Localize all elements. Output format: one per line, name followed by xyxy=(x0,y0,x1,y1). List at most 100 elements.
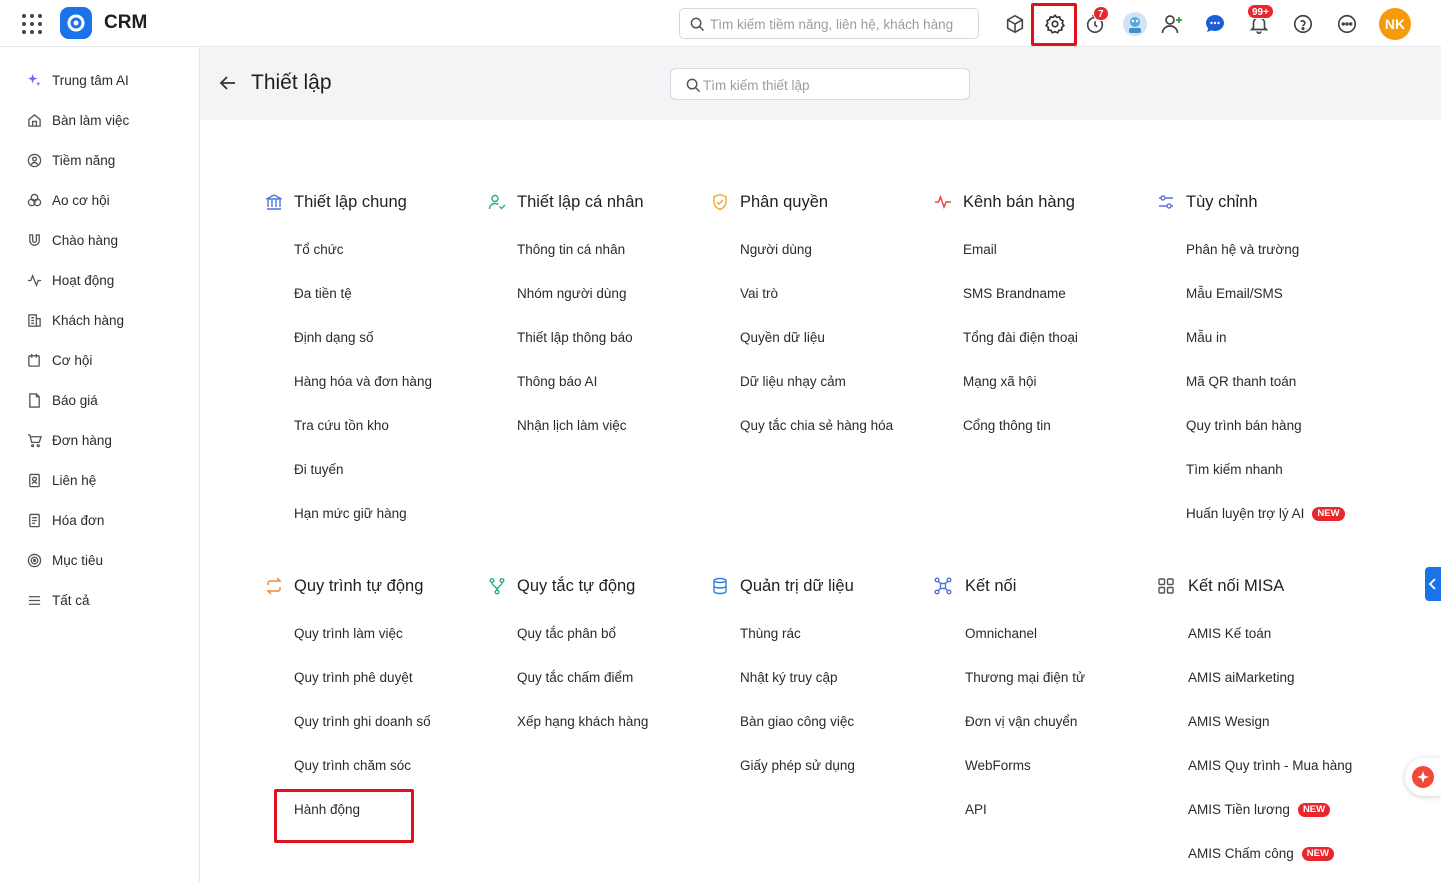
global-search-input[interactable] xyxy=(710,14,970,34)
link-amis-process-purchasing[interactable]: AMIS Quy trình - Mua hàng xyxy=(1188,758,1352,773)
sidebar-item-leads[interactable]: Tiềm năng xyxy=(26,145,115,175)
sidebar-item-customers[interactable]: Khách hàng xyxy=(26,305,124,335)
sidebar-item-activities[interactable]: Hoạt động xyxy=(26,265,114,295)
collapse-panel-button[interactable] xyxy=(1425,567,1441,601)
back-arrow-icon[interactable] xyxy=(218,73,240,95)
link-shipping-carriers[interactable]: Đơn vị vận chuyển xyxy=(965,714,1077,729)
link-ecommerce[interactable]: Thương mại điện tử xyxy=(965,670,1085,685)
link-work-process[interactable]: Quy trình làm việc xyxy=(294,626,403,641)
link-webforms[interactable]: WebForms xyxy=(965,758,1031,773)
link-email-sms-templates[interactable]: Mẫu Email/SMS xyxy=(1186,286,1283,301)
link-multi-currency[interactable]: Đa tiền tệ xyxy=(294,286,352,301)
contact-icon xyxy=(26,472,42,488)
link-inventory-lookup[interactable]: Tra cứu tồn kho xyxy=(294,418,389,433)
quote-icon xyxy=(26,392,42,408)
sidebar-item-contacts[interactable]: Liên hệ xyxy=(26,465,96,495)
section-connections: Kết nối xyxy=(933,574,1133,598)
link-sensitive-data[interactable]: Dữ liệu nhạy cảm xyxy=(740,374,846,389)
actions-highlight-box xyxy=(274,789,414,843)
link-social-networks[interactable]: Mạng xã hội xyxy=(963,374,1037,389)
sidebar-item-offers[interactable]: Chào hàng xyxy=(26,225,118,255)
link-api[interactable]: API xyxy=(965,802,987,817)
more-icon[interactable] xyxy=(1332,9,1362,39)
link-amis-aimarketing[interactable]: AMIS aiMarketing xyxy=(1188,670,1295,685)
link-quick-search[interactable]: Tìm kiếm nhanh xyxy=(1186,462,1283,477)
chat-icon[interactable] xyxy=(1200,9,1230,39)
link-user-groups[interactable]: Nhóm người dùng xyxy=(517,286,626,301)
app-launcher-icon[interactable] xyxy=(22,14,42,34)
sidebar-item-quotes[interactable]: Báo giá xyxy=(26,385,98,415)
notification-badge: 99+ xyxy=(1247,4,1274,19)
link-portal[interactable]: Cổng thông tin xyxy=(963,418,1051,433)
link-sales-process[interactable]: Quy trình bán hàng xyxy=(1186,418,1302,433)
sidebar-item-all[interactable]: Tất cả xyxy=(26,585,90,615)
sidebar-item-opportunities[interactable]: Cơ hội xyxy=(26,345,92,375)
link-roles[interactable]: Vai trò xyxy=(740,286,778,301)
branch-icon xyxy=(487,576,507,596)
link-email[interactable]: Email xyxy=(963,242,997,257)
link-task-handover[interactable]: Bàn giao công việc xyxy=(740,714,854,729)
sidebar-item-workspace[interactable]: Bàn làm việc xyxy=(26,105,129,135)
link-products-orders[interactable]: Hàng hóa và đơn hàng xyxy=(294,374,432,389)
crm-logo[interactable] xyxy=(60,7,92,39)
link-omnichannel[interactable]: Omnichanel xyxy=(965,626,1037,641)
link-number-format[interactable]: Định dạng số xyxy=(294,330,374,345)
link-routing[interactable]: Đi tuyến xyxy=(294,462,344,477)
settings-search-input[interactable] xyxy=(703,75,958,95)
link-scoring-rules[interactable]: Quy tắc chấm điểm xyxy=(517,670,633,685)
link-call-center[interactable]: Tổng đài điện thoại xyxy=(963,330,1078,345)
ai-assistant-button[interactable] xyxy=(1405,758,1441,796)
user-avatar[interactable]: NK xyxy=(1379,8,1411,40)
link-license[interactable]: Giấy phép sử dụng xyxy=(740,758,855,773)
sidebar-item-label: Ao cơ hội xyxy=(52,192,110,208)
network-icon xyxy=(933,576,953,596)
link-approval-process[interactable]: Quy trình phê duyệt xyxy=(294,670,413,685)
link-personal-info[interactable]: Thông tin cá nhân xyxy=(517,242,625,257)
settings-search[interactable] xyxy=(670,68,970,100)
section-sales-channels: Kênh bán hàng xyxy=(933,190,1133,214)
link-organization[interactable]: Tổ chức xyxy=(294,242,344,257)
link-notification-settings[interactable]: Thiết lập thông báo xyxy=(517,330,633,345)
sidebar-item-label: Đơn hàng xyxy=(52,432,112,448)
link-data-permissions[interactable]: Quyền dữ liệu xyxy=(740,330,825,345)
top-bar: CRM 7 99+ NK xyxy=(0,0,1441,47)
add-user-icon[interactable] xyxy=(1157,9,1187,39)
link-modules-fields[interactable]: Phân hệ và trường xyxy=(1186,242,1299,257)
search-icon xyxy=(686,78,701,93)
help-icon[interactable] xyxy=(1288,9,1318,39)
link-ai-notifications[interactable]: Thông báo AI xyxy=(517,374,597,389)
link-ai-assistant-training[interactable]: Huấn luyện trợ lý AI NEW xyxy=(1186,506,1345,521)
box-icon[interactable] xyxy=(1000,9,1030,39)
bot-avatar[interactable] xyxy=(1120,9,1150,39)
link-amis-payroll[interactable]: AMIS Tiền lương NEW xyxy=(1188,802,1331,817)
link-users[interactable]: Người dùng xyxy=(740,242,812,257)
link-allocation-rules[interactable]: Quy tắc phân bổ xyxy=(517,626,616,641)
link-customer-ranking[interactable]: Xếp hạng khách hàng xyxy=(517,714,648,729)
link-payment-qr[interactable]: Mã QR thanh toán xyxy=(1186,374,1296,389)
section-misa-connections: Kết nối MISA xyxy=(1156,574,1356,598)
link-amis-wesign[interactable]: AMIS Wesign xyxy=(1188,714,1270,729)
sliders-icon xyxy=(1156,192,1176,212)
sidebar-item-invoices[interactable]: Hóa đơn xyxy=(26,505,104,535)
link-amis-timekeeping[interactable]: AMIS Chấm công NEW xyxy=(1188,846,1334,861)
global-search[interactable] xyxy=(679,8,979,39)
sparkle-icon xyxy=(26,72,42,88)
link-work-schedule[interactable]: Nhận lịch làm việc xyxy=(517,418,627,433)
timer-badge: 7 xyxy=(1093,6,1109,21)
link-trash[interactable]: Thùng rác xyxy=(740,626,801,641)
link-product-sharing-rules[interactable]: Quy tắc chia sẻ hàng hóa xyxy=(740,418,893,433)
sidebar-item-orders[interactable]: Đơn hàng xyxy=(26,425,112,455)
sidebar-item-ai-center[interactable]: Trung tâm AI xyxy=(26,65,129,95)
sidebar-item-opportunity-pool[interactable]: Ao cơ hội xyxy=(26,185,110,215)
section-permissions: Phân quyền xyxy=(710,190,910,214)
link-stock-hold-limit[interactable]: Hạn mức giữ hàng xyxy=(294,506,407,521)
link-care-process[interactable]: Quy trình chăm sóc xyxy=(294,758,411,773)
sidebar-item-goals[interactable]: Mục tiêu xyxy=(26,545,103,575)
bank-icon xyxy=(264,192,284,212)
sidebar-item-label: Hóa đơn xyxy=(52,512,105,528)
link-sms-brandname[interactable]: SMS Brandname xyxy=(963,286,1066,301)
link-amis-accounting[interactable]: AMIS Kế toán xyxy=(1188,626,1271,641)
link-revenue-process[interactable]: Quy trình ghi doanh số xyxy=(294,714,431,729)
link-access-log[interactable]: Nhật ký truy cập xyxy=(740,670,838,685)
link-print-templates[interactable]: Mẫu in xyxy=(1186,330,1227,345)
